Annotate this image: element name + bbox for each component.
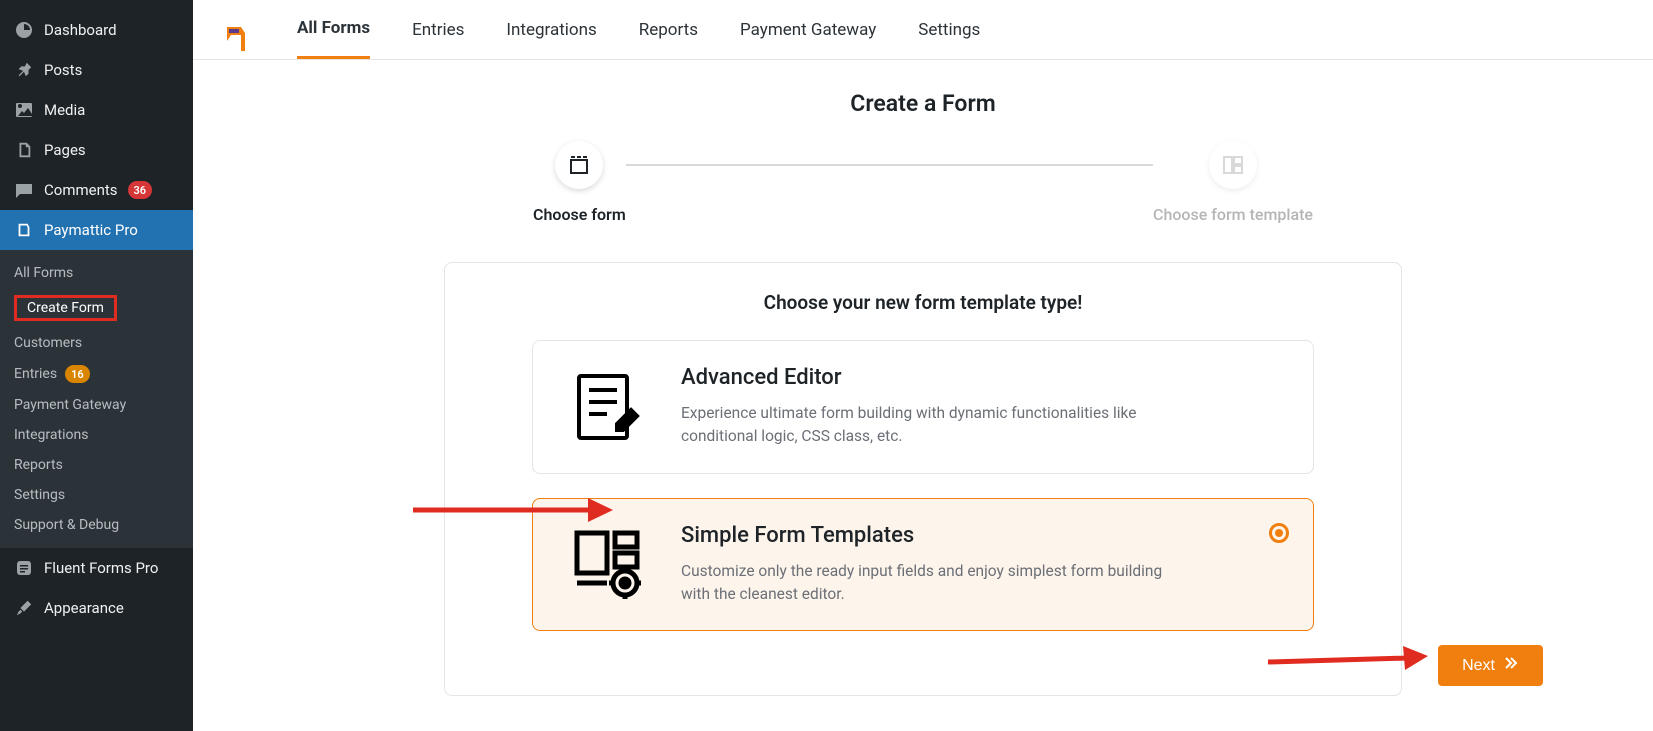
sidebar-item-label: Posts [44,61,82,79]
sidebar-item-fluent-forms[interactable]: Fluent Forms Pro [0,548,193,588]
admin-sidebar: Dashboard Posts Media Pages Comments 36 … [0,0,193,731]
sidebar-item-dashboard[interactable]: Dashboard [0,10,193,50]
pin-icon [14,60,34,80]
template-icon [1221,153,1245,177]
submenu-settings[interactable]: Settings [0,480,193,510]
submenu-payment-gateway[interactable]: Payment Gateway [0,390,193,420]
option-simple-templates[interactable]: Simple Form Templates Customize only the… [532,498,1314,632]
submenu-entries[interactable]: Entries 16 [0,358,193,390]
step-label-1: Choose form [533,205,626,224]
stepper: Choose form Choose form template [533,141,1313,224]
step-choose-form: Choose form [533,141,626,224]
advanced-editor-icon [569,368,647,446]
option-text: Simple Form Templates Customize only the… [681,523,1181,607]
step-label-2: Choose form template [1153,205,1313,224]
sidebar-item-label: Appearance [44,599,124,617]
sidebar-item-posts[interactable]: Posts [0,50,193,90]
tab-payment-gateway[interactable]: Payment Gateway [740,20,876,58]
paymattic-logo-icon [221,25,249,53]
page-title: Create a Form [253,90,1593,117]
sidebar-item-media[interactable]: Media [0,90,193,130]
option-description: Customize only the ready input fields an… [681,560,1181,607]
submenu-all-forms[interactable]: All Forms [0,258,193,288]
option-title: Advanced Editor [681,365,1181,390]
panel-heading: Choose your new form template type! [445,291,1401,314]
comments-count-badge: 36 [128,181,153,199]
sidebar-item-pages[interactable]: Pages [0,130,193,170]
sidebar-item-comments[interactable]: Comments 36 [0,170,193,210]
step-connector [626,164,1153,166]
main-content: All Forms Entries Integrations Reports P… [193,0,1653,731]
tab-integrations[interactable]: Integrations [506,20,596,58]
tab-entries[interactable]: Entries [412,20,464,58]
option-advanced-editor[interactable]: Advanced Editor Experience ultimate form… [532,340,1314,474]
option-description: Experience ultimate form building with d… [681,402,1181,449]
pages-icon [14,140,34,160]
sidebar-item-paymattic[interactable]: Paymattic Pro [0,210,193,250]
top-navigation: All Forms Entries Integrations Reports P… [193,0,1653,60]
brush-icon [14,598,34,618]
step-circle-1 [555,141,603,189]
submenu-customers[interactable]: Customers [0,328,193,358]
submenu-support[interactable]: Support & Debug [0,510,193,540]
sidebar-item-label: Fluent Forms Pro [44,559,158,577]
tab-settings[interactable]: Settings [918,20,980,58]
dashboard-icon [14,20,34,40]
comments-icon [14,180,34,200]
sidebar-item-label: Media [44,101,85,119]
tab-all-forms[interactable]: All Forms [297,18,370,59]
step-choose-template: Choose form template [1153,141,1313,224]
fluent-forms-icon [14,558,34,578]
sidebar-item-label: Pages [44,141,86,159]
option-title: Simple Form Templates [681,523,1181,548]
radio-selected-icon [1269,523,1289,543]
sidebar-item-appearance[interactable]: Appearance [0,588,193,628]
submenu-integrations[interactable]: Integrations [0,420,193,450]
content-area: Create a Form Choose form Choose form te… [193,60,1653,726]
template-type-panel: Choose your new form template type! Adva… [444,262,1402,696]
tab-reports[interactable]: Reports [639,20,698,58]
form-icon [567,153,591,177]
sidebar-item-label: Comments [44,181,118,199]
simple-templates-icon [569,525,647,603]
sidebar-item-label: Dashboard [44,21,117,39]
paymattic-submenu: All Forms Create Form Customers Entries … [0,250,193,548]
submenu-create-form[interactable]: Create Form [0,288,193,328]
media-icon [14,100,34,120]
entries-count-badge: 16 [65,365,90,383]
step-circle-2 [1209,141,1257,189]
submenu-reports[interactable]: Reports [0,450,193,480]
next-button[interactable]: Next [1438,645,1543,686]
sidebar-item-label: Paymattic Pro [44,221,138,239]
option-text: Advanced Editor Experience ultimate form… [681,365,1181,449]
paymattic-icon [14,220,34,240]
chevron-double-right-icon [1503,655,1519,676]
